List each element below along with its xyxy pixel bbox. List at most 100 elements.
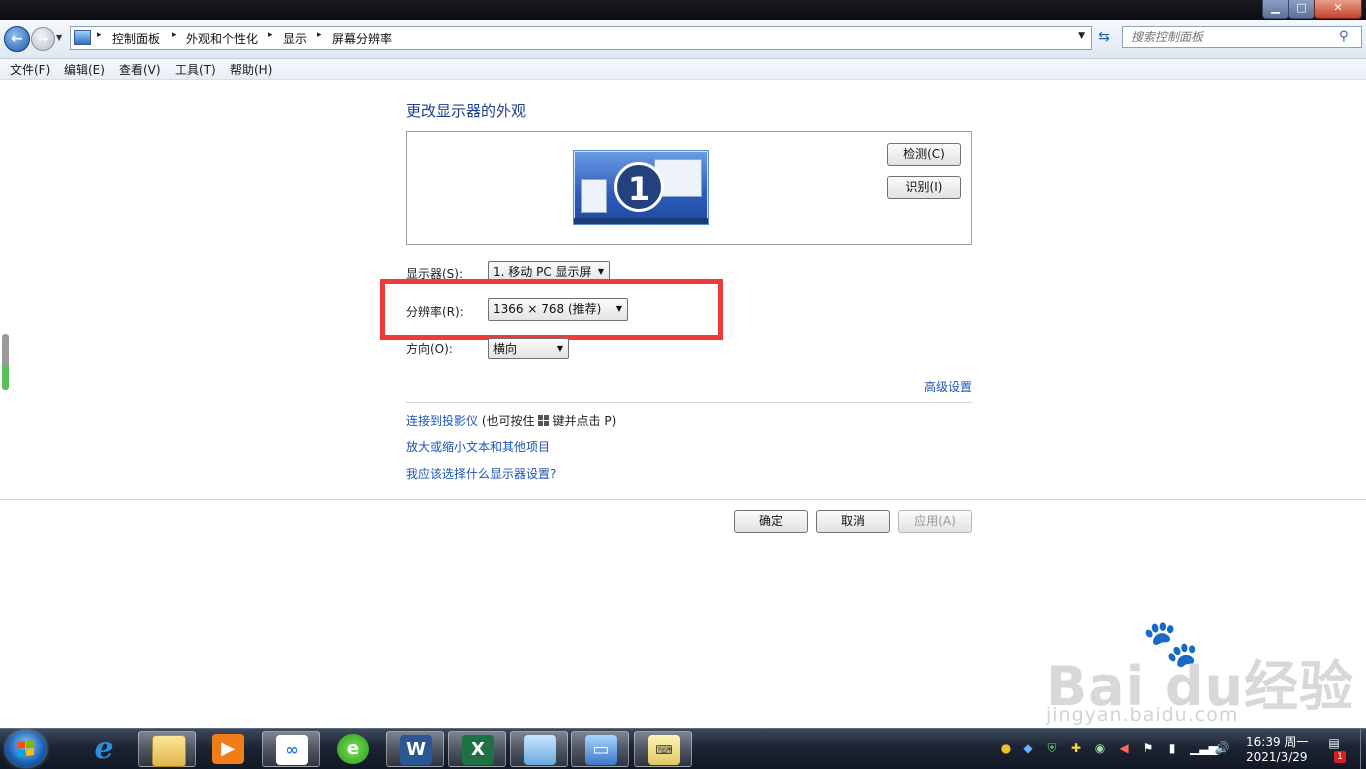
breadcrumb-separator-icon[interactable]: ▸ bbox=[172, 30, 177, 40]
breadcrumb-screen-resolution[interactable]: 屏幕分辨率 bbox=[332, 30, 392, 47]
cancel-button[interactable]: 取消 bbox=[816, 510, 890, 533]
menu-file[interactable]: 文件(F) bbox=[10, 61, 50, 78]
taskbar-media-player[interactable]: ▶ bbox=[199, 731, 257, 767]
breadcrumb-separator-icon[interactable]: ▸ bbox=[268, 30, 273, 40]
tray-app-icon[interactable]: ● bbox=[998, 740, 1014, 756]
orientation-label: 方向(O): bbox=[406, 342, 453, 356]
page-title: 更改显示器的外观 bbox=[406, 102, 527, 120]
minimize-button[interactable]: ▁ bbox=[1262, 0, 1289, 19]
device-icon[interactable]: ▮ bbox=[1164, 740, 1180, 756]
section-divider bbox=[406, 402, 972, 403]
search-box[interactable]: ⚲ bbox=[1122, 26, 1362, 48]
chevron-down-icon: ▼ bbox=[556, 344, 563, 353]
taskbar-excel[interactable]: X bbox=[448, 731, 506, 767]
title-bar: ▁ □ ✕ bbox=[0, 0, 1366, 20]
folder-icon bbox=[152, 735, 186, 767]
address-history-dropdown[interactable]: ▼ bbox=[1078, 31, 1085, 41]
refresh-button[interactable]: ⇆ bbox=[1094, 26, 1114, 48]
text-size-link[interactable]: 放大或缩小文本和其他项目 bbox=[406, 438, 550, 455]
mute-speaker-icon[interactable]: ◀ bbox=[1116, 740, 1132, 756]
start-button[interactable] bbox=[6, 731, 46, 767]
sticky-note-icon bbox=[524, 735, 556, 765]
breadcrumb-control-panel[interactable]: 控制面板 bbox=[112, 30, 160, 47]
control-panel-icon bbox=[74, 30, 91, 45]
volume-icon[interactable]: 🔊 bbox=[1214, 740, 1230, 756]
action-center-flag-icon[interactable]: ⚑ bbox=[1140, 740, 1156, 756]
taskbar-word[interactable]: W bbox=[386, 731, 444, 767]
internet-explorer-icon: e bbox=[94, 731, 114, 766]
menu-view[interactable]: 查看(V) bbox=[119, 61, 161, 78]
ok-button[interactable]: 确定 bbox=[734, 510, 808, 533]
baidu-netdisk-icon: ∞ bbox=[276, 735, 308, 765]
keyboard-icon: ⌨ bbox=[648, 735, 680, 765]
display-settings-icon: ▭ bbox=[585, 735, 617, 765]
clock-time[interactable]: 16:39 周一 bbox=[1246, 733, 1308, 750]
address-bar[interactable]: ▸ 控制面板 ▸ 外观和个性化 ▸ 显示 ▸ 屏幕分辨率 ▼ bbox=[70, 26, 1092, 50]
taskbar-sticky-note[interactable] bbox=[510, 731, 568, 767]
breadcrumb-appearance[interactable]: 外观和个性化 bbox=[186, 30, 258, 47]
search-icon[interactable]: ⚲ bbox=[1339, 29, 1355, 45]
navigation-bar: ← → ▼ ▸ 控制面板 ▸ 外观和个性化 ▸ 显示 ▸ 屏幕分辨率 ▼ ⇆ ⚲ bbox=[0, 20, 1366, 59]
apply-button: 应用(A) bbox=[898, 510, 972, 533]
shield-icon[interactable]: ⛨ bbox=[1044, 740, 1060, 756]
identify-button[interactable]: 识别(I) bbox=[887, 176, 961, 199]
taskbar-baidu-netdisk[interactable]: ∞ bbox=[262, 731, 320, 767]
menu-edit[interactable]: 编辑(E) bbox=[64, 61, 105, 78]
clock-date[interactable]: 2021/3/29 bbox=[1246, 750, 1308, 764]
menu-tools[interactable]: 工具(T) bbox=[175, 61, 216, 78]
orientation-select[interactable]: 横向 ▼ bbox=[488, 338, 569, 359]
notification-icon[interactable]: ▤ bbox=[1326, 735, 1342, 751]
breadcrumb-separator-icon[interactable]: ▸ bbox=[317, 30, 322, 40]
taskbar-keyboard[interactable]: ⌨ bbox=[634, 731, 692, 767]
menu-bar: 文件(F) 编辑(E) 查看(V) 工具(T) 帮助(H) bbox=[0, 59, 1366, 80]
notification-count-badge: 1 bbox=[1334, 751, 1346, 763]
back-button[interactable]: ← bbox=[4, 26, 30, 52]
refresh-icon: ⇆ bbox=[1098, 29, 1110, 45]
breadcrumb-separator-icon[interactable]: ▸ bbox=[97, 30, 102, 40]
projector-hint-text-end: 键并点击 P) bbox=[552, 414, 617, 428]
display-select-value: 1. 移动 PC 显示屏 bbox=[493, 265, 592, 279]
menu-help[interactable]: 帮助(H) bbox=[230, 61, 272, 78]
network-globe-icon[interactable]: ◉ bbox=[1092, 740, 1108, 756]
projector-hint-text: (也可按住 bbox=[481, 414, 535, 428]
which-settings-link[interactable]: 我应该选择什么显示器设置? bbox=[406, 465, 556, 482]
tray-plus-icon[interactable]: ✚ bbox=[1068, 740, 1084, 756]
detect-button[interactable]: 检测(C) bbox=[887, 143, 961, 166]
monitor-taskbar-strip bbox=[574, 218, 708, 224]
forward-button[interactable]: → bbox=[31, 27, 55, 51]
maximize-button[interactable]: □ bbox=[1288, 0, 1315, 19]
monitor-preview-panel: 1 检测(C) 识别(I) bbox=[406, 131, 972, 245]
watermark-url: jingyan.baidu.com bbox=[1046, 704, 1239, 726]
word-icon: W bbox=[400, 735, 432, 765]
chevron-down-icon: ▼ bbox=[56, 33, 63, 42]
show-desktop-button[interactable] bbox=[1360, 729, 1366, 769]
wifi-signal-icon[interactable]: ▁▃▅ bbox=[1190, 740, 1218, 756]
side-gadget-handle[interactable] bbox=[2, 334, 9, 390]
taskbar-file-explorer[interactable] bbox=[138, 731, 196, 767]
monitor-number-badge: 1 bbox=[614, 162, 664, 212]
recent-pages-dropdown[interactable]: ▼ bbox=[56, 32, 66, 44]
taskbar-internet-explorer[interactable]: e bbox=[75, 731, 133, 767]
connect-projector-link[interactable]: 连接到投影仪 bbox=[406, 414, 478, 428]
taskbar-360-browser[interactable]: e bbox=[324, 731, 382, 767]
monitor-1-icon[interactable]: 1 bbox=[573, 150, 709, 225]
close-button[interactable]: ✕ bbox=[1314, 0, 1362, 19]
tray-update-icon[interactable]: ◆ bbox=[1020, 740, 1036, 756]
search-input[interactable] bbox=[1123, 27, 1341, 47]
media-player-icon: ▶ bbox=[212, 734, 244, 764]
windows-key-icon bbox=[537, 415, 550, 426]
chevron-down-icon: ▼ bbox=[1078, 31, 1085, 41]
back-arrow-icon: ← bbox=[11, 31, 23, 47]
taskbar-display-settings[interactable]: ▭ bbox=[571, 731, 629, 767]
360-browser-icon: e bbox=[337, 734, 369, 764]
windows-logo-icon bbox=[17, 740, 35, 758]
annotation-highlight-box bbox=[380, 279, 723, 340]
forward-arrow-icon: → bbox=[37, 32, 49, 46]
breadcrumb-display[interactable]: 显示 bbox=[283, 30, 307, 47]
excel-icon: X bbox=[462, 735, 494, 765]
orientation-select-value: 横向 bbox=[493, 342, 518, 356]
window-thumbnail-icon bbox=[581, 179, 607, 213]
taskbar: e ▶ ∞ e W X ▭ ⌨ ● ◆ ⛨ ✚ ◉ ◀ ⚑ ▮ ▁▃▅ 🔊 16… bbox=[0, 728, 1366, 769]
advanced-settings-link[interactable]: 高级设置 bbox=[924, 378, 972, 395]
projector-row: 连接到投影仪 (也可按住 键并点击 P) bbox=[406, 412, 616, 429]
